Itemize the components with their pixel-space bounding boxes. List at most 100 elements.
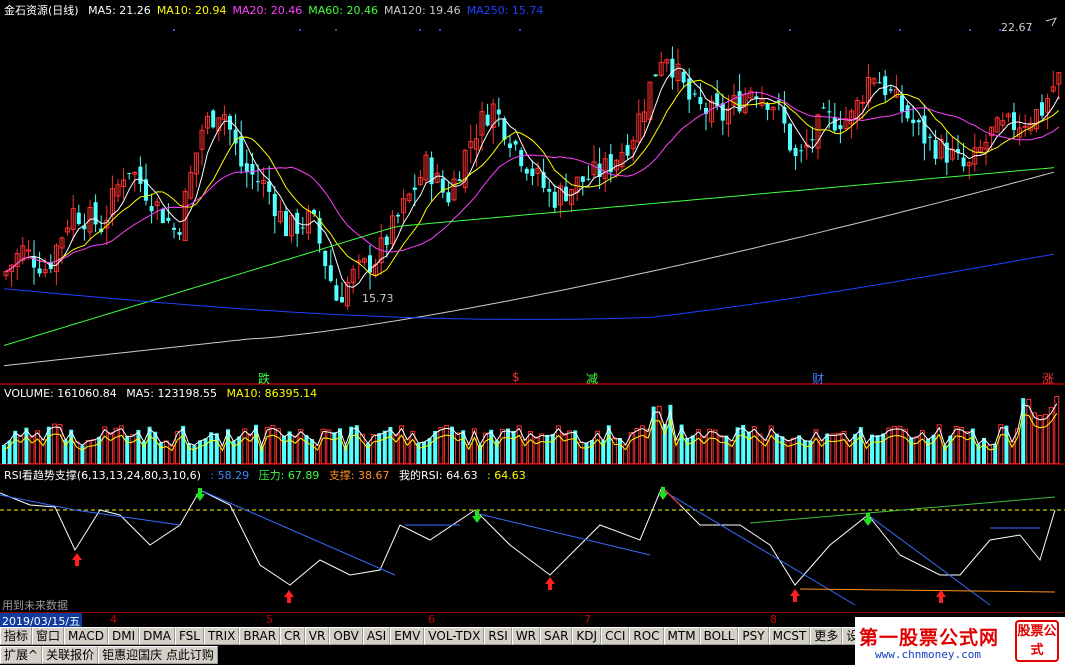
volume-bar (282, 435, 286, 464)
volume-bar (91, 439, 97, 465)
event-marker-1[interactable]: $ (512, 370, 520, 384)
candle-body (524, 168, 529, 174)
volume-bar (450, 426, 454, 464)
volume-bar (741, 424, 746, 464)
tab-17[interactable]: KDJ (572, 627, 602, 645)
candle-body (900, 95, 904, 112)
volume-bar (881, 433, 886, 464)
candle-body (788, 123, 792, 151)
tab-19[interactable]: ROC (629, 627, 664, 645)
tab-10[interactable]: OBV (329, 627, 363, 645)
tab-11[interactable]: ASI (362, 627, 391, 645)
tab-8[interactable]: CR (280, 627, 305, 645)
volume-bar (1021, 398, 1026, 464)
tab-7[interactable]: BRAR (239, 627, 281, 645)
volume-bar (567, 430, 573, 465)
sell-arrow-icon (195, 488, 205, 501)
volume-bar (192, 445, 197, 464)
volume-bar (506, 428, 510, 464)
candle-body (838, 125, 843, 130)
ext-tab-1[interactable]: 关联报价 (42, 646, 99, 664)
tab-6[interactable]: TRIX (203, 627, 240, 645)
tab-21[interactable]: BOLL (699, 627, 739, 645)
candle-body (916, 120, 921, 123)
ma-legend-item: MA20: 20.46 (232, 4, 303, 17)
volume-bar (298, 428, 304, 465)
candlestick-chart[interactable] (0, 0, 1065, 384)
volume-bar (780, 436, 785, 464)
price-legend: 金石资源(日线) MA5: 21.26 MA10: 20.94 MA20: 20.4… (4, 2, 555, 18)
candle-body (653, 74, 658, 77)
tab-13[interactable]: VOL-TDX (424, 627, 485, 645)
rsi-support: 支撑: 38.67 (328, 469, 390, 482)
candle-body (93, 202, 98, 225)
tab-3[interactable]: DMI (108, 627, 140, 645)
volume-bar (304, 435, 309, 464)
volume-bar (119, 425, 125, 465)
low-price-label: 15.73 (362, 292, 394, 305)
candle-body (166, 217, 171, 221)
ext-tab-0[interactable]: 扩展^ (0, 646, 43, 664)
volume-bar (590, 439, 594, 464)
rsi-my: 我的RSI: 64.63 (399, 469, 478, 482)
ext-tab-2[interactable]: 钜惠迎国庆 点此订购 (98, 646, 218, 664)
ma-legend-item: MA60: 20.46 (308, 4, 378, 17)
volume-title: VOLUME: 161060.84 (4, 387, 117, 400)
tab-20[interactable]: MTM (663, 627, 700, 645)
indicator-tabs: 指标 窗口 MACD DMI DMA FSL TRIX BRAR CR VR OBV ASI EMV VO… (0, 627, 875, 645)
volume-bar (242, 428, 248, 465)
volume-bar (29, 435, 35, 465)
candle-body (928, 136, 932, 138)
rsi-title: RSI看趋势支撑(6,13,13,24,80,3,10,6) (4, 469, 201, 482)
tab-2[interactable]: MACD (64, 627, 109, 645)
candle-body (127, 173, 132, 175)
volume-bar (326, 429, 332, 465)
tab-22[interactable]: PSY (738, 627, 769, 645)
rsi-trend-line (199, 489, 396, 576)
rsi-trend-line (0, 494, 181, 526)
candle-body (244, 163, 249, 172)
candle-body (961, 157, 966, 167)
tab-9[interactable]: VR (304, 627, 330, 645)
candle-body (821, 107, 826, 109)
tab-18[interactable]: CCI (601, 627, 630, 645)
tab-14[interactable]: RSI (484, 627, 512, 645)
price-chart-panel[interactable]: 金石资源(日线) MA5: 21.26 MA10: 20.94 MA20: 20.4… (0, 0, 1065, 386)
volume-bar (371, 434, 377, 465)
volume-bar (198, 440, 202, 464)
volume-bar (427, 438, 432, 464)
candle-body (687, 78, 692, 100)
tab-0[interactable]: 指标 (0, 627, 33, 645)
tab-5[interactable]: FSL (174, 627, 204, 645)
rsi-chart[interactable] (0, 465, 1065, 613)
volume-panel[interactable]: VOLUME: 161060.84 MA5: 123198.55 MA10: 8… (0, 384, 1065, 465)
sell-arrow-icon (658, 487, 668, 500)
tab-16[interactable]: SAR (540, 627, 573, 645)
candle-body (670, 58, 675, 78)
candle-body (323, 250, 328, 267)
rsi-value-1: : 58.29 (210, 469, 250, 482)
rsi-pressure: 压力: 67.89 (258, 469, 320, 482)
tab-12[interactable]: EMV (390, 627, 425, 645)
tab-4[interactable]: DMA (139, 627, 175, 645)
tab-23[interactable]: MCST (768, 627, 811, 645)
volume-bar (718, 435, 724, 465)
tab-24[interactable]: 更多 (810, 627, 843, 645)
candle-body (76, 212, 81, 224)
volume-bar (359, 433, 365, 465)
buy-arrow-icon (790, 589, 800, 602)
candle-body (530, 168, 535, 177)
ma-legend-item: MA5: 21.26 (88, 4, 151, 17)
rsi-trend-line (661, 489, 856, 606)
month-tick-7: 7 (584, 613, 591, 626)
volume-bar (897, 425, 903, 465)
rsi-panel[interactable]: RSI看趋势支撑(6,13,13,24,80,3,10,6) : 58.29 压… (0, 464, 1065, 612)
signal-dot (969, 29, 971, 31)
volume-bar (209, 432, 214, 464)
tab-15[interactable]: WR (511, 627, 541, 645)
candle-body (239, 136, 244, 167)
volume-bar (639, 425, 645, 465)
candle-body (810, 139, 815, 141)
stock-title: 金石资源(日线) (4, 4, 79, 17)
tab-1[interactable]: 窗口 (32, 627, 65, 645)
